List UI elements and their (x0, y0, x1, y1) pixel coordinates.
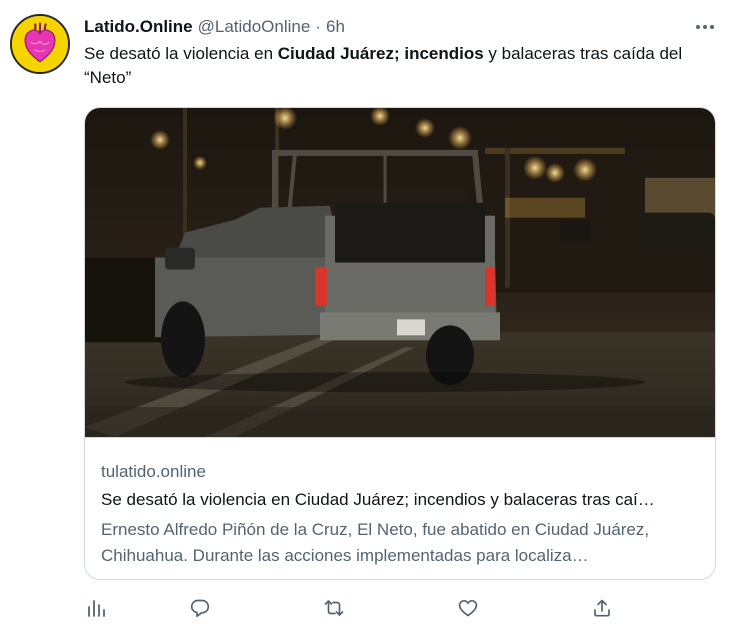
author-handle[interactable]: @LatidoOnline (198, 17, 311, 37)
tweet-header: Latido.Online @LatidoOnline · 6h (84, 16, 345, 38)
reply-button[interactable] (188, 596, 212, 620)
tweet-text-bold: ; (393, 44, 405, 63)
like-button[interactable] (456, 596, 480, 620)
author-name[interactable]: Latido.Online (84, 17, 193, 37)
card-body[interactable]: tulatido.online Se desató la violencia e… (101, 460, 701, 569)
more-dot (703, 25, 707, 29)
tweet-container[interactable]: Latido.Online @LatidoOnline · 6h Se desa… (0, 0, 753, 627)
speech-bubble-icon (190, 599, 210, 618)
retweet-arrows-icon (324, 600, 344, 616)
card-image[interactable] (85, 108, 715, 438)
analytics-button[interactable] (84, 596, 108, 620)
tweet-timestamp[interactable]: 6h (326, 17, 345, 37)
share-upload-icon (594, 599, 610, 617)
bar-chart-icon (88, 600, 105, 617)
share-button[interactable] (590, 596, 614, 620)
more-options-button[interactable] (692, 16, 718, 38)
night-police-truck-photo (85, 108, 715, 437)
tweet-text-bold: incendios (404, 44, 484, 63)
card-domain: tulatido.online (101, 462, 206, 481)
more-dot (696, 25, 700, 29)
separator-dot: · (315, 17, 321, 36)
anatomical-heart-logo-icon (12, 16, 68, 72)
heart-outline-icon (458, 599, 478, 617)
more-dot (710, 25, 714, 29)
card-title: Se desató la violencia en Ciudad Juárez;… (101, 490, 655, 509)
author-avatar[interactable] (10, 14, 70, 74)
tweet-text: Se desató la violencia en Ciudad Juárez;… (84, 42, 724, 90)
tweet-actions-bar (84, 596, 644, 620)
card-description: Ernesto Alfredo Piñón de la Cruz, El Net… (101, 520, 650, 565)
tweet-text-part: Se desató la violencia en (84, 44, 278, 63)
retweet-button[interactable] (322, 596, 346, 620)
tweet-text-bold: Ciudad Juárez (277, 44, 394, 63)
link-preview-card[interactable]: tulatido.online Se desató la violencia e… (84, 107, 716, 580)
